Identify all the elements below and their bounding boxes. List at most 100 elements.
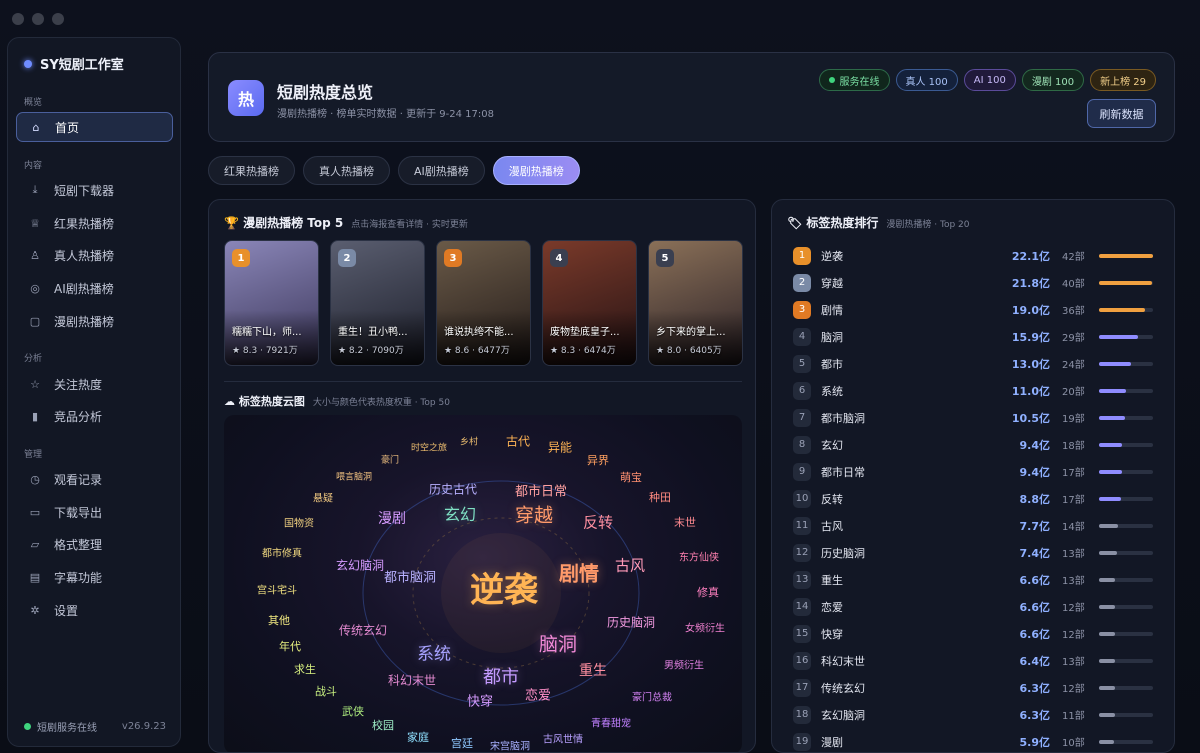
sidebar-item-label: 字幕功能 (54, 570, 103, 585)
ranking-row[interactable]: 7 都市脑洞 10.5亿 19部 (793, 404, 1159, 431)
poster-card[interactable]: 3 谁说执绔不能... ★ 8.6 · 6477万 (436, 240, 531, 366)
cloud-tag[interactable]: 异界 (587, 452, 609, 468)
cloud-tag[interactable]: 古代 (506, 433, 530, 450)
sidebar-item-export[interactable]: ▭ 下载导出 (16, 497, 173, 527)
sidebar-item-follow-heat[interactable]: ☆ 关注热度 (16, 369, 173, 399)
cloud-tag[interactable]: 都市 (483, 663, 519, 689)
cloud-tag[interactable]: 古风世情 (543, 731, 583, 746)
cloud-tag[interactable]: 玄幻 (444, 501, 476, 525)
sidebar-item-hongguo[interactable]: ♕ 红果热播榜 (16, 208, 173, 238)
ranking-row[interactable]: 18 玄幻脑洞 6.3亿 11部 (793, 701, 1159, 728)
sidebar-item-downloader[interactable]: ⤓ 短剧下载器 (16, 175, 173, 205)
refresh-button[interactable]: 刷新数据 (1087, 99, 1156, 128)
ranking-row[interactable]: 2 穿越 21.8亿 40部 (793, 269, 1159, 296)
cloud-tag[interactable]: 战斗 (315, 683, 337, 699)
cloud-tag[interactable]: 种田 (649, 489, 671, 505)
ranking-row[interactable]: 10 反转 8.8亿 17部 (793, 485, 1159, 512)
cloud-tag[interactable]: 传统玄幻 (339, 622, 387, 639)
cloud-tag[interactable]: 宫廷 (451, 735, 473, 751)
cloud-tag[interactable]: 年代 (279, 638, 301, 654)
sidebar-item-subtitles[interactable]: ▤ 字幕功能 (16, 562, 173, 592)
ranking-row[interactable]: 9 都市日常 9.4亿 17部 (793, 458, 1159, 485)
cloud-tag[interactable]: 都市日常 (515, 481, 567, 500)
cloud-tag[interactable]: 玄幻脑洞 (336, 557, 384, 574)
ranking-row[interactable]: 13 重生 6.6亿 13部 (793, 566, 1159, 593)
tab-live-action[interactable]: 真人热播榜 (303, 156, 390, 185)
tag-name: 科幻末世 (821, 654, 865, 668)
ranking-row[interactable]: 6 系统 11.0亿 20部 (793, 377, 1159, 404)
cloud-tag[interactable]: 科幻末世 (388, 672, 436, 689)
cloud-tag[interactable]: 豪门总裁 (632, 689, 672, 704)
maximize-window-button[interactable] (52, 13, 64, 25)
cloud-tag[interactable]: 历史脑洞 (607, 614, 655, 631)
cloud-tag[interactable]: 反转 (583, 512, 613, 533)
sidebar-item-home[interactable]: ⌂ 首页 (16, 112, 173, 142)
cloud-tag[interactable]: 乡村 (460, 435, 478, 448)
ranking-row[interactable]: 11 古风 7.7亿 14部 (793, 512, 1159, 539)
cloud-tag[interactable]: 校园 (372, 717, 394, 733)
ranking-row[interactable]: 12 历史脑洞 7.4亿 13部 (793, 539, 1159, 566)
poster-card[interactable]: 4 废物垫底皇子... ★ 8.3 · 6474万 (542, 240, 637, 366)
cloud-tag[interactable]: 异能 (548, 439, 572, 456)
cloud-tag[interactable]: 穿越 (515, 501, 553, 528)
cloud-tag[interactable]: 国物资 (284, 515, 314, 530)
cloud-tag[interactable]: 青春甜宠 (591, 715, 631, 730)
tab-comic-drama[interactable]: 漫剧热播榜 (492, 156, 580, 185)
ranking-row[interactable]: 5 都市 13.0亿 24部 (793, 350, 1159, 377)
ranking-row[interactable]: 16 科幻末世 6.4亿 13部 (793, 647, 1159, 674)
cloud-tag[interactable]: 萌宝 (620, 469, 642, 485)
cloud-tag[interactable]: 求生 (294, 661, 316, 677)
cloud-tag[interactable]: 系统 (417, 640, 451, 665)
ranking-row[interactable]: 14 恋爱 6.6亿 12部 (793, 593, 1159, 620)
cloud-tag[interactable]: 武侠 (342, 703, 364, 719)
cloud-tag[interactable]: 时空之旅 (411, 441, 447, 454)
sidebar-item-competitor[interactable]: ▮ 竞品分析 (16, 401, 173, 431)
cloud-tag[interactable]: 重生 (579, 660, 607, 680)
tab-ai-drama[interactable]: AI剧热播榜 (398, 156, 485, 185)
poster-card[interactable]: 5 乡下来的掌上... ★ 8.0 · 6405万 (648, 240, 743, 366)
cloud-tag[interactable]: 其他 (268, 612, 290, 628)
cloud-tag[interactable]: 宋宫脑洞 (490, 738, 530, 753)
cloud-tag[interactable]: 快穿 (467, 691, 493, 710)
cloud-tag[interactable]: 历史古代 (429, 481, 477, 498)
ranking-row[interactable]: 17 传统玄幻 6.3亿 12部 (793, 674, 1159, 701)
cloud-tag[interactable]: 都市修真 (262, 545, 302, 560)
cloud-tag[interactable]: 逆袭 (470, 563, 538, 612)
page-title: 短剧热度总览 (277, 83, 374, 102)
cloud-tag[interactable]: 漫剧 (378, 508, 406, 528)
minimize-window-button[interactable] (32, 13, 44, 25)
cloud-tag[interactable]: 东方仙侠 (679, 549, 719, 564)
poster-card[interactable]: 1 糯糯下山，师... ★ 8.3 · 7921万 (224, 240, 319, 366)
cloud-tag[interactable]: 宫斗宅斗 (257, 582, 297, 597)
cloud-tag[interactable]: 豪门 (381, 453, 399, 466)
cloud-tag[interactable]: 末世 (674, 514, 696, 530)
tab-hongguo[interactable]: 红果热播榜 (208, 156, 295, 185)
cloud-tag[interactable]: 喂言脑洞 (336, 470, 372, 483)
rank-badge: 19 (793, 732, 811, 751)
sidebar-item-live-action[interactable]: ♙ 真人热播榜 (16, 240, 173, 270)
sidebar-item-format[interactable]: ▱ 格式整理 (16, 529, 173, 559)
cloud-tag[interactable]: 修真 (697, 584, 719, 600)
cloud-tag[interactable]: 剧情 (559, 558, 599, 587)
status-pills: 服务在线 真人 100 AI 100 漫剧 100 新上榜 29 (818, 69, 1156, 91)
cloud-tag[interactable]: 恋爱 (525, 685, 551, 704)
ranking-row[interactable]: 8 玄幻 9.4亿 18部 (793, 431, 1159, 458)
sidebar-item-comic-drama[interactable]: ▢ 漫剧热播榜 (16, 306, 173, 336)
cloud-tag[interactable]: 女频衍生 (685, 620, 725, 635)
sidebar-item-ai-drama[interactable]: ◎ AI剧热播榜 (16, 273, 173, 303)
cloud-tag[interactable]: 脑洞 (539, 630, 577, 657)
cloud-tag[interactable]: 古风 (615, 555, 645, 576)
ranking-row[interactable]: 4 脑洞 15.9亿 29部 (793, 323, 1159, 350)
ranking-row[interactable]: 1 逆袭 22.1亿 42部 (793, 242, 1159, 269)
poster-card[interactable]: 2 重生！丑小鸭... ★ 8.2 · 7090万 (330, 240, 425, 366)
close-window-button[interactable] (12, 13, 24, 25)
sidebar-item-history[interactable]: ◷ 观看记录 (16, 464, 173, 494)
ranking-row[interactable]: 15 快穿 6.6亿 12部 (793, 620, 1159, 647)
ranking-row[interactable]: 3 剧情 19.0亿 36部 (793, 296, 1159, 323)
sidebar-item-settings[interactable]: ✲ 设置 (16, 595, 173, 625)
cloud-tag[interactable]: 男频衍生 (664, 657, 704, 672)
cloud-tag[interactable]: 家庭 (407, 729, 429, 745)
ranking-row[interactable]: 19 漫剧 5.9亿 10部 (793, 728, 1159, 752)
cloud-tag[interactable]: 悬疑 (313, 490, 333, 505)
cloud-tag[interactable]: 都市脑洞 (384, 567, 436, 586)
